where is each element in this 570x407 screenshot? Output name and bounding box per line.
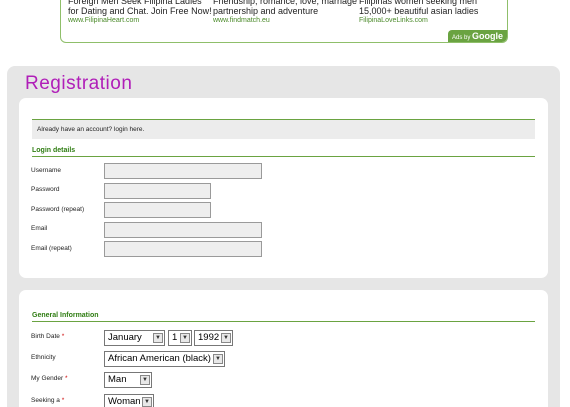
ad-headline[interactable]: Friendship, romance, love, marriage part…	[213, 0, 358, 16]
email-repeat-label: Email (repeat)	[31, 245, 72, 252]
general-information-heading: General Information	[32, 311, 535, 322]
password-label: Password	[31, 186, 60, 193]
ad-url[interactable]: www.findmatch.eu	[213, 16, 358, 25]
username-label: Username	[31, 167, 61, 174]
gender-label-text: My Gender	[31, 375, 64, 382]
birth-month-value: January	[108, 332, 142, 343]
ad-item[interactable]: Friendship, romance, love, marriage part…	[213, 0, 358, 25]
ad-headline[interactable]: Filipinas women seeking men 15,000+ beau…	[359, 0, 504, 16]
birth-date-label: Birth Date *	[31, 332, 64, 341]
gender-label: My Gender *	[31, 374, 68, 383]
seeking-value: Woman	[108, 396, 141, 407]
birth-date-label-text: Birth Date	[31, 333, 60, 340]
required-marker: *	[64, 375, 68, 382]
gender-value: Man	[108, 374, 127, 385]
email-label: Email	[31, 225, 48, 232]
birth-day-value: 1	[172, 332, 178, 343]
chevron-down-icon[interactable]: ▼	[142, 397, 152, 407]
birth-month-select[interactable]: January ▼	[104, 330, 165, 346]
chevron-down-icon[interactable]: ▼	[213, 354, 223, 364]
general-information-card: General Information Birth Date * January…	[19, 290, 548, 407]
birth-day-select[interactable]: 1 ▼	[168, 330, 192, 346]
ad-item[interactable]: Filipinas women seeking men 15,000+ beau…	[359, 0, 504, 25]
chevron-down-icon[interactable]: ▼	[221, 333, 231, 343]
login-details-heading: Login details	[32, 146, 535, 157]
ad-url[interactable]: FilipinaLoveLinks.com	[359, 16, 504, 25]
ad-url[interactable]: www.FilipinaHeart.com	[68, 16, 213, 25]
seeking-select[interactable]: Woman ▼	[104, 394, 154, 407]
gender-select[interactable]: Man ▼	[104, 372, 152, 388]
ads-by-google-badge[interactable]: Ads by Google	[447, 30, 507, 42]
ethnicity-label: Ethnicity	[31, 354, 56, 361]
chevron-down-icon[interactable]: ▼	[153, 333, 163, 343]
ads-by-label: Ads by	[451, 35, 471, 41]
birth-year-value: 1992	[198, 332, 220, 343]
seeking-label: Seeking a *	[31, 396, 64, 405]
chevron-down-icon[interactable]: ▼	[140, 375, 150, 385]
password-repeat-input[interactable]	[104, 202, 211, 218]
email-repeat-input[interactable]	[104, 241, 262, 257]
login-details-card: Already have an account? login here. Log…	[19, 98, 548, 278]
ethnicity-select[interactable]: African American (black) ▼	[104, 351, 225, 367]
required-marker: *	[61, 333, 65, 340]
ethnicity-value: African American (black)	[108, 353, 211, 364]
page-title: Registration	[25, 73, 133, 94]
required-marker: *	[61, 397, 65, 404]
email-input[interactable]	[104, 222, 262, 238]
ad-block: Foreign Men Seek Filipina Ladies for Dat…	[60, 0, 508, 43]
google-logo-text: Google	[472, 31, 503, 41]
birth-year-select[interactable]: 1992 ▼	[194, 330, 233, 346]
username-input[interactable]	[104, 163, 262, 179]
password-input[interactable]	[104, 183, 211, 199]
seeking-label-text: Seeking a	[31, 397, 60, 404]
ad-item[interactable]: Foreign Men Seek Filipina Ladies for Dat…	[68, 0, 213, 25]
chevron-down-icon[interactable]: ▼	[180, 333, 190, 343]
ad-headline[interactable]: Foreign Men Seek Filipina Ladies for Dat…	[68, 0, 213, 16]
account-notice[interactable]: Already have an account? login here.	[32, 119, 535, 139]
password-repeat-label: Password (repeat)	[31, 206, 85, 213]
